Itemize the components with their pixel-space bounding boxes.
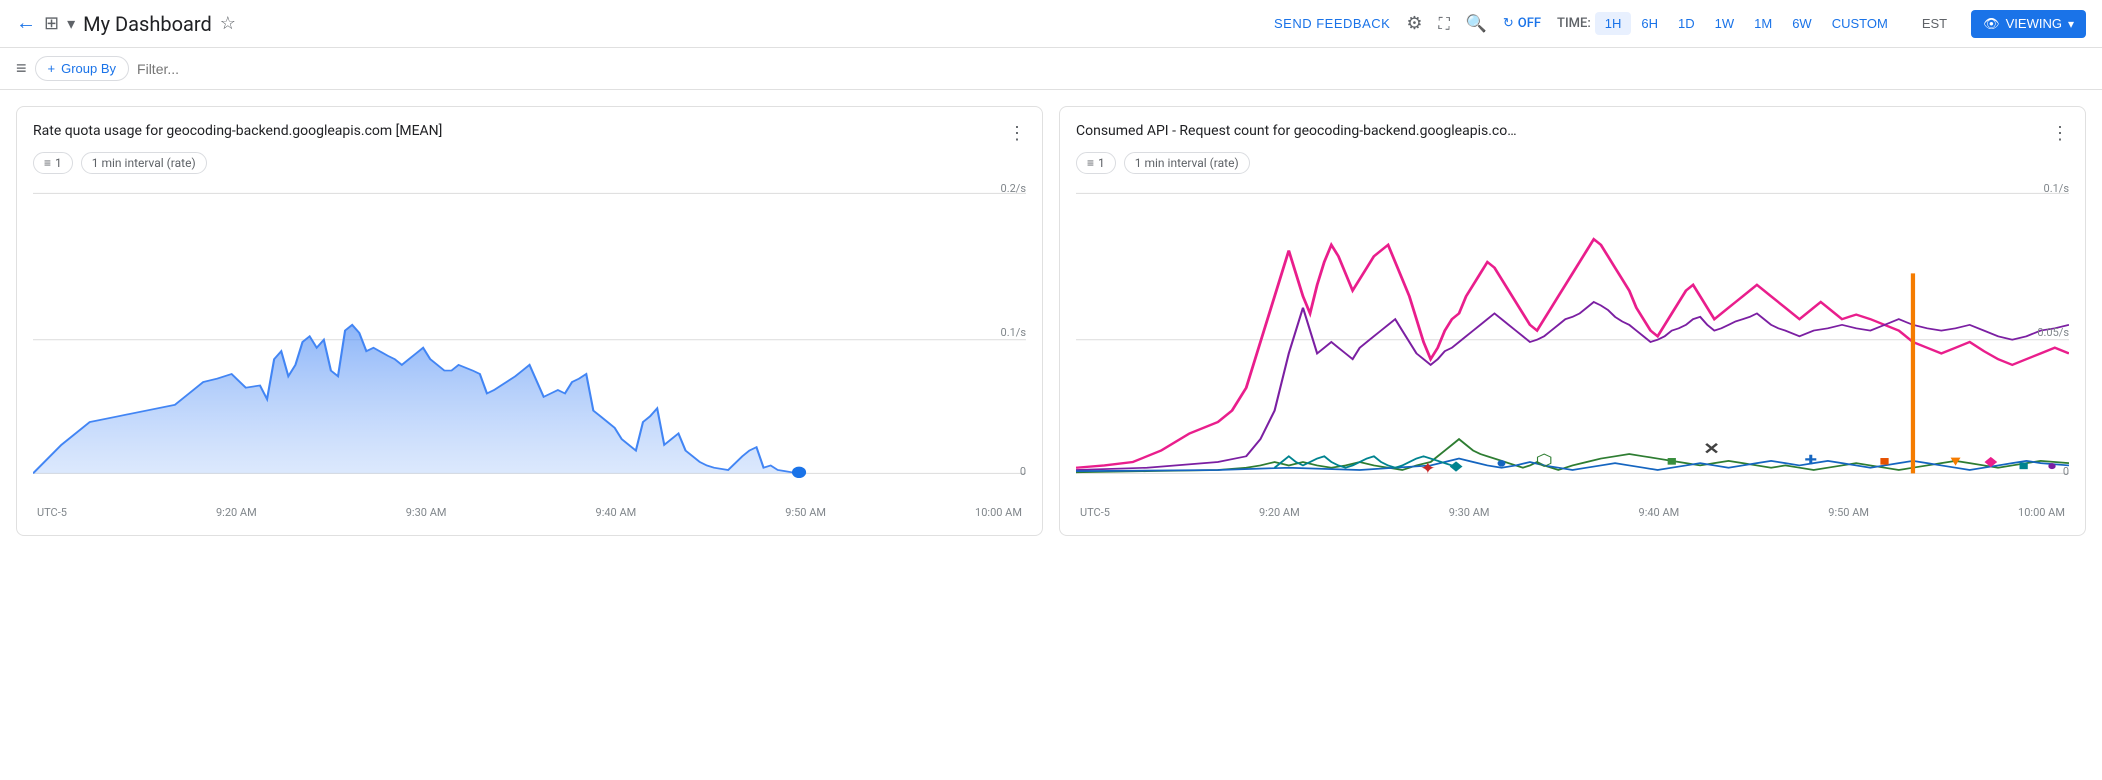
eye-icon: 👁 xyxy=(1983,16,2000,32)
time-1d-button[interactable]: 1D xyxy=(1668,12,1705,35)
chevron-down-icon: ▾ xyxy=(2068,17,2074,31)
svg-text:⬡: ⬡ xyxy=(1535,451,1552,470)
filter-icon: ≡ xyxy=(44,156,51,170)
chart-2-more-icon[interactable]: ⋮ xyxy=(2051,123,2069,144)
x-label-2: 9:30 AM xyxy=(406,506,447,519)
fullscreen-icon[interactable]: ⛶ xyxy=(1438,14,1449,34)
chart-1-y-label-mid: 0.1/s xyxy=(1001,326,1026,339)
svg-text:◆: ◆ xyxy=(1984,453,1997,469)
svg-text:+: + xyxy=(1805,449,1817,470)
send-feedback-button[interactable]: SEND FEEDBACK xyxy=(1274,16,1390,31)
chart-2-y-label-bottom: 0 xyxy=(2063,465,2069,478)
x-label-4: 9:50 AM xyxy=(785,506,826,519)
chart-1-x-labels: UTC-5 9:20 AM 9:30 AM 9:40 AM 9:50 AM 10… xyxy=(33,506,1026,519)
star-icon[interactable]: ☆ xyxy=(220,13,236,34)
filter-icon-2: ≡ xyxy=(1087,156,1094,170)
chart-2-svg: ✦ ◆ ● ⬡ ■ ✕ + ■ ▼ ◆ ■ xyxy=(1076,182,2069,502)
group-by-button[interactable]: + Group By xyxy=(35,56,130,81)
viewing-button[interactable]: 👁 VIEWING ▾ xyxy=(1971,10,2086,38)
x-label-1: 9:20 AM xyxy=(216,506,257,519)
dashboard-icon: ⊞ xyxy=(44,13,59,34)
chart-1-area: 0.2/s 0.1/s 0 xyxy=(33,182,1026,502)
time-6w-button[interactable]: 6W xyxy=(1782,12,1822,35)
header-left: ← ⊞ ▾ My Dashboard ☆ xyxy=(16,12,1266,36)
chip-4-label: 1 min interval (rate) xyxy=(1135,156,1239,170)
viewing-label: VIEWING xyxy=(2006,16,2062,31)
chart-2-area: 0.1/s 0.05/s 0 xyxy=(1076,182,2069,502)
page-title: My Dashboard xyxy=(83,12,212,36)
svg-text:●: ● xyxy=(2047,458,2057,474)
chart-2-y-label-top: 0.1/s xyxy=(2044,182,2069,195)
back-button[interactable]: ← xyxy=(16,12,36,35)
chart-2-chips: ≡ 1 1 min interval (rate) xyxy=(1076,152,2069,174)
chart-card-2: Consumed API - Request count for geocodi… xyxy=(1059,106,2086,536)
auto-refresh-label: OFF xyxy=(1518,16,1541,31)
x-label-0: UTC-5 xyxy=(37,506,67,519)
header-icons: ⚙ ⛶ 🔍 xyxy=(1406,13,1487,34)
toolbar: ≡ + Group By xyxy=(0,48,2102,90)
svg-text:◆: ◆ xyxy=(1450,458,1463,474)
plus-icon: + xyxy=(48,61,56,76)
svg-text:■: ■ xyxy=(2018,458,2028,474)
time-1m-button[interactable]: 1M xyxy=(1744,12,1782,35)
chart-1-svg xyxy=(33,182,1026,502)
chart-1-title: Rate quota usage for geocoding-backend.g… xyxy=(33,123,442,139)
svg-text:■: ■ xyxy=(1667,453,1677,469)
auto-refresh-control[interactable]: ↻ OFF xyxy=(1503,16,1541,31)
chart-2-y-label-mid: 0.05/s xyxy=(2037,326,2069,339)
svg-text:▼: ▼ xyxy=(1947,453,1964,469)
x2-label-5: 10:00 AM xyxy=(2018,506,2065,519)
chip-1-label: 1 xyxy=(55,156,62,170)
chart-2-title: Consumed API - Request count for geocodi… xyxy=(1076,123,1517,139)
x2-label-4: 9:50 AM xyxy=(1828,506,1869,519)
time-1h-button[interactable]: 1H xyxy=(1595,12,1632,35)
chip-2-label: 1 min interval (rate) xyxy=(92,156,196,170)
chart-2-header: Consumed API - Request count for geocodi… xyxy=(1076,123,2069,144)
filter-input[interactable] xyxy=(137,61,2086,77)
header-center: SEND FEEDBACK ⚙ ⛶ 🔍 ↻ OFF TIME: 1H 6H 1D… xyxy=(1274,10,2086,38)
x-label-5: 10:00 AM xyxy=(975,506,1022,519)
time-6h-button[interactable]: 6H xyxy=(1631,12,1668,35)
x2-label-3: 9:40 AM xyxy=(1639,506,1680,519)
dashboard-dropdown-icon[interactable]: ▾ xyxy=(67,14,75,33)
chart-1-more-icon[interactable]: ⋮ xyxy=(1008,123,1026,144)
time-1w-button[interactable]: 1W xyxy=(1705,12,1745,35)
group-by-label: Group By xyxy=(61,61,116,76)
chart-2-x-labels: UTC-5 9:20 AM 9:30 AM 9:40 AM 9:50 AM 10… xyxy=(1076,506,2069,519)
chart-2-filter-chip[interactable]: ≡ 1 xyxy=(1076,152,1116,174)
x2-label-2: 9:30 AM xyxy=(1449,506,1490,519)
chart-card-1: Rate quota usage for geocoding-backend.g… xyxy=(16,106,1043,536)
chart-1-filter-chip[interactable]: ≡ 1 xyxy=(33,152,73,174)
x2-label-0: UTC-5 xyxy=(1080,506,1110,519)
settings-icon[interactable]: ⚙ xyxy=(1406,13,1422,34)
x2-label-1: 9:20 AM xyxy=(1259,506,1300,519)
timezone-button[interactable]: EST xyxy=(1914,12,1955,35)
chart-1-header: Rate quota usage for geocoding-backend.g… xyxy=(33,123,1026,144)
svg-text:✕: ✕ xyxy=(1703,440,1720,459)
header: ← ⊞ ▾ My Dashboard ☆ SEND FEEDBACK ⚙ ⛶ 🔍… xyxy=(0,0,2102,48)
time-label: TIME: xyxy=(1557,16,1591,31)
chart-1-y-label-top: 0.2/s xyxy=(1001,182,1026,195)
chart-1-y-label-bottom: 0 xyxy=(1020,465,1026,478)
chart-2-interval-chip[interactable]: 1 min interval (rate) xyxy=(1124,152,1250,174)
main-content: Rate quota usage for geocoding-backend.g… xyxy=(0,90,2102,552)
chart-1-interval-chip[interactable]: 1 min interval (rate) xyxy=(81,152,207,174)
time-section: TIME: 1H 6H 1D 1W 1M 6W CUSTOM xyxy=(1557,12,1898,35)
time-custom-button[interactable]: CUSTOM xyxy=(1822,12,1898,35)
x-label-3: 9:40 AM xyxy=(596,506,637,519)
search-icon[interactable]: 🔍 xyxy=(1466,14,1487,34)
hamburger-icon[interactable]: ≡ xyxy=(16,58,27,79)
svg-text:✦: ✦ xyxy=(1419,459,1436,478)
chart-1-chips: ≡ 1 1 min interval (rate) xyxy=(33,152,1026,174)
svg-text:●: ● xyxy=(1496,454,1507,472)
svg-text:■: ■ xyxy=(1879,453,1889,469)
chip-3-label: 1 xyxy=(1098,156,1105,170)
refresh-icon: ↻ xyxy=(1503,16,1514,31)
